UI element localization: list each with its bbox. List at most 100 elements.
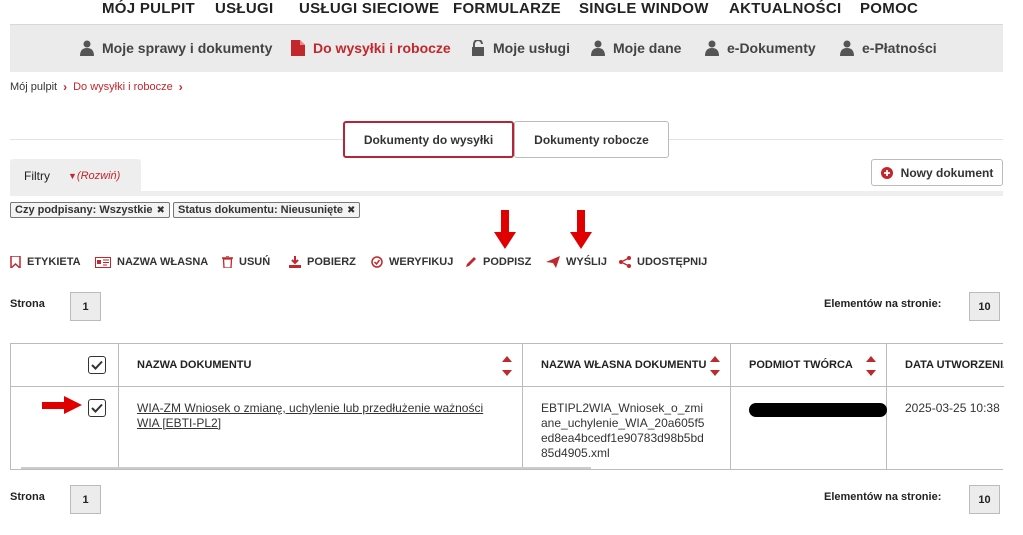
header-nazwa-dokumentu[interactable]: NAZWA DOKUMENTU xyxy=(119,344,523,387)
action-label: ETYKIETA xyxy=(27,256,81,268)
document-own-name: EBTIPL2WIA_Wniosek_o_zmiane_uchylenie_WI… xyxy=(541,401,705,460)
action-weryfikuj[interactable]: WERYFIKUJ xyxy=(371,256,453,268)
per-page-label: Elementów na stronie: xyxy=(824,298,942,310)
caret-down-icon: ▼ xyxy=(68,170,77,181)
page-number-input[interactable]: 1 xyxy=(70,485,101,514)
action-podpisz[interactable]: PODPISZ xyxy=(465,256,531,268)
action-nazwa-wlasna[interactable]: NAZWA WŁASNA xyxy=(95,256,208,268)
user-icon xyxy=(840,40,854,56)
subnav-label: Moje sprawy i dokumenty xyxy=(102,40,273,56)
document-date: 2025-03-25 10:38 xyxy=(905,401,1000,415)
arrow-down-annotation-icon xyxy=(570,210,592,249)
arrow-down-annotation-icon xyxy=(494,210,516,249)
redacted-creator xyxy=(749,403,887,417)
subnav-moje-sprawy[interactable]: Moje sprawy i dokumenty xyxy=(80,40,272,56)
per-page-label: Elementów na stronie: xyxy=(824,491,942,503)
filter-chip-label: Status dokumentu: Nieusunięte xyxy=(178,204,344,216)
action-udostepnij[interactable]: UDOSTĘPNIJ xyxy=(619,256,707,268)
breadcrumb: Mój pulpit › Do wysyłki i robocze › xyxy=(10,80,183,94)
action-usun[interactable]: USUŃ xyxy=(222,256,270,268)
row-creator-cell xyxy=(731,387,887,469)
sort-icon[interactable] xyxy=(502,354,512,378)
header-select-all xyxy=(11,344,119,387)
arrow-right-annotation-icon xyxy=(42,396,82,414)
checkmark-icon xyxy=(91,360,103,370)
subnav-label: e-Płatności xyxy=(862,40,937,56)
filters-panel[interactable]: Filtry ▼(Rozwiń) xyxy=(10,159,141,192)
new-document-label: Nowy dokument xyxy=(900,165,994,180)
user-icon xyxy=(80,40,94,56)
action-label: PODPISZ xyxy=(483,256,532,268)
page-label: Strona xyxy=(10,298,45,310)
action-label: NAZWA WŁASNA xyxy=(117,256,209,268)
action-label: WERYFIKUJ xyxy=(389,256,454,268)
new-document-button[interactable]: Nowy dokument xyxy=(871,159,1003,186)
trash-icon xyxy=(222,256,233,268)
sort-icon[interactable] xyxy=(710,354,720,378)
column-header-label: DATA UTWORZENIA xyxy=(905,359,1004,371)
filters-bar xyxy=(10,191,1003,196)
document-name-link[interactable]: WIA-ZM Wniosek o zmianę, uchylenie lub p… xyxy=(137,401,483,430)
id-card-icon xyxy=(95,256,111,268)
filter-chip-signed[interactable]: Czy podpisany: Wszystkie ✖ xyxy=(10,202,170,218)
subnav-label: e-Dokumenty xyxy=(727,40,816,56)
subnav-do-wysylki[interactable]: Do wysyłki i robocze xyxy=(291,40,451,56)
documents-table: NAZWA DOKUMENTU NAZWA WŁASNA DOKUMENTU P… xyxy=(10,343,1004,470)
nav-single-window[interactable]: SINGLE WINDOW xyxy=(579,0,709,17)
sub-navigation: Moje sprawy i dokumenty Do wysyłki i rob… xyxy=(10,24,1003,72)
column-header-label: NAZWA DOKUMENTU xyxy=(137,359,252,371)
document-icon xyxy=(291,40,305,56)
nav-aktualnosci[interactable]: AKTUALNOŚCI xyxy=(729,0,841,17)
per-page-select[interactable]: 10 xyxy=(969,485,1000,514)
subnav-label: Moje usługi xyxy=(493,40,570,56)
filters-expand[interactable]: ▼(Rozwiń) xyxy=(68,170,120,182)
checkmark-icon xyxy=(91,403,103,413)
row-checkbox[interactable] xyxy=(88,399,106,417)
paper-plane-icon xyxy=(546,256,560,268)
plus-circle-icon xyxy=(880,166,893,179)
subnav-moje-uslugi[interactable]: Moje usługi xyxy=(471,40,570,56)
nav-uslugi-sieciowe[interactable]: USŁUGI SIECIOWE xyxy=(299,0,439,17)
breadcrumb-current[interactable]: Do wysyłki i robocze xyxy=(73,81,173,93)
filter-chip-status[interactable]: Status dokumentu: Nieusunięte ✖ xyxy=(173,202,361,218)
tab-dokumenty-robocze[interactable]: Dokumenty robocze xyxy=(514,121,669,158)
filter-chip-label: Czy podpisany: Wszystkie xyxy=(15,204,153,216)
nav-moj-pulpit[interactable]: MÓJ PULPIT xyxy=(102,0,195,17)
page-label: Strona xyxy=(10,491,45,503)
header-podmiot-tworca[interactable]: PODMIOT TWÓRCA xyxy=(731,344,887,387)
close-icon[interactable]: ✖ xyxy=(347,205,355,216)
horizontal-scrollbar[interactable] xyxy=(21,467,591,469)
header-data-utworzenia[interactable]: DATA UTWORZENIA xyxy=(887,344,1004,387)
select-all-checkbox[interactable] xyxy=(88,356,106,374)
action-label: POBIERZ xyxy=(307,256,356,268)
chevron-right-icon: › xyxy=(63,80,68,94)
bookmark-icon xyxy=(10,256,21,268)
nav-uslugi[interactable]: USŁUGI xyxy=(215,0,273,17)
subnav-e-platnosci[interactable]: e-Płatności xyxy=(840,40,937,56)
header-nazwa-wlasna[interactable]: NAZWA WŁASNA DOKUMENTU xyxy=(523,344,731,387)
page-number-input[interactable]: 1 xyxy=(70,292,101,321)
per-page-select[interactable]: 10 xyxy=(969,292,1000,321)
subnav-label: Do wysyłki i robocze xyxy=(313,40,451,56)
breadcrumb-root[interactable]: Mój pulpit xyxy=(10,81,57,93)
user-icon xyxy=(591,40,605,56)
filters-expand-label: (Rozwiń) xyxy=(76,169,121,182)
nav-formularze[interactable]: FORMULARZE xyxy=(453,0,561,17)
action-wyslij[interactable]: WYŚLIJ xyxy=(546,256,607,268)
filters-label: Filtry xyxy=(24,168,50,183)
nav-pomoc[interactable]: POMOC xyxy=(860,0,918,17)
sort-icon[interactable] xyxy=(866,354,876,378)
subnav-label: Moje dane xyxy=(613,40,682,56)
action-pobierz[interactable]: POBIERZ xyxy=(289,256,356,268)
action-label: UDOSTĘPNIJ xyxy=(637,256,708,268)
row-own-name-cell: EBTIPL2WIA_Wniosek_o_zmiane_uchylenie_WI… xyxy=(523,387,731,469)
close-icon[interactable]: ✖ xyxy=(157,205,165,216)
top-navigation: MÓJ PULPIT USŁUGI USŁUGI SIECIOWE FORMUL… xyxy=(0,0,1023,24)
tab-dokumenty-do-wysylki[interactable]: Dokumenty do wysyłki xyxy=(343,121,514,158)
action-etykieta[interactable]: ETYKIETA xyxy=(10,256,81,268)
subnav-moje-dane[interactable]: Moje dane xyxy=(591,40,681,56)
user-icon xyxy=(705,40,719,56)
action-label: USUŃ xyxy=(239,256,271,268)
action-label: WYŚLIJ xyxy=(566,256,607,268)
subnav-e-dokumenty[interactable]: e-Dokumenty xyxy=(705,40,816,56)
